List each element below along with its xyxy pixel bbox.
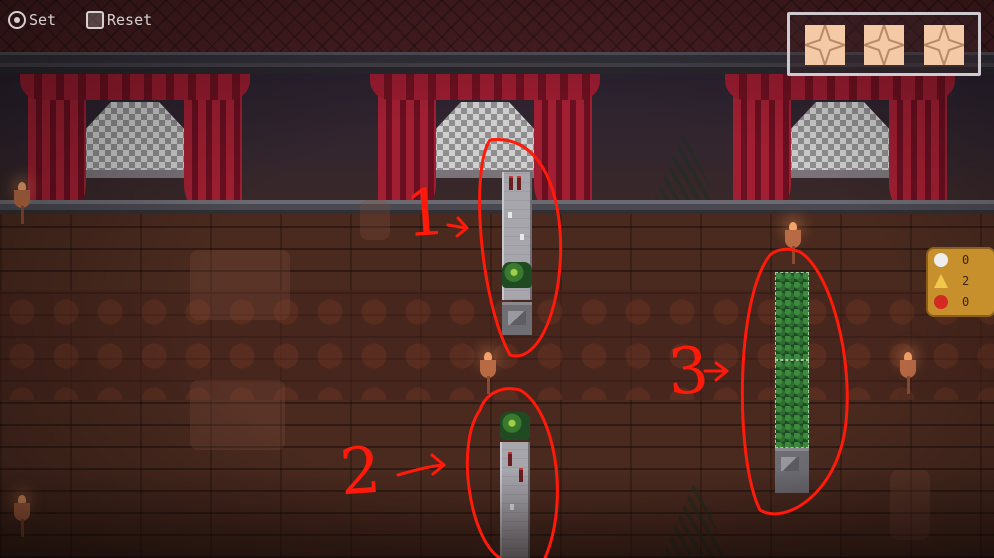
- sconce-arm: [21, 206, 24, 224]
- window-pane: [75, 102, 195, 172]
- floor-shadow: [0, 470, 994, 558]
- target-icon: [8, 11, 26, 29]
- sconce-arm: [907, 376, 910, 394]
- star-shape: [805, 25, 845, 65]
- set-button[interactable]: Set: [8, 6, 56, 34]
- window-sill: [70, 170, 200, 178]
- curtain-valance: [725, 74, 955, 100]
- moss-block[interactable]: [775, 360, 809, 448]
- wine-bottle-sprite: [508, 452, 512, 466]
- error-counter: 0: [934, 293, 990, 311]
- wall-sconce: [12, 182, 32, 226]
- info-count: 0: [962, 253, 970, 267]
- wine-bottle-sprite: [509, 176, 513, 190]
- wall-sconce: [478, 352, 498, 396]
- wine-bottle-sprite: [517, 176, 521, 190]
- chair-rail: [0, 200, 994, 214]
- reset-icon: [86, 11, 104, 29]
- moss-block[interactable]: [775, 272, 809, 360]
- annotation-label-1: 1: [402, 175, 449, 253]
- star-rating-panel: [787, 12, 981, 76]
- warning-icon: [934, 274, 948, 288]
- window-pane: [425, 102, 545, 172]
- annotation-label-3: 3: [665, 333, 712, 411]
- reset-label: Reset: [107, 11, 153, 29]
- curtain-valance: [20, 74, 250, 100]
- reset-button[interactable]: Reset: [86, 6, 152, 34]
- star-shape: [924, 25, 964, 65]
- faded-statue: [190, 380, 285, 450]
- wall-sconce: [898, 352, 918, 396]
- star-icon: [924, 25, 964, 65]
- window-pane: [780, 102, 900, 172]
- warning-count: 2: [962, 274, 970, 288]
- info-icon: [934, 253, 948, 267]
- error-count: 0: [962, 295, 970, 309]
- pillar-base: [502, 302, 532, 335]
- candle-marker: [508, 212, 512, 218]
- game-scene: [0, 0, 994, 558]
- star-shape: [864, 25, 904, 65]
- faded-urn: [360, 200, 390, 240]
- faded-statue: [190, 250, 290, 320]
- bush-block[interactable]: [502, 262, 532, 288]
- candle-marker: [520, 234, 524, 240]
- bush-block[interactable]: [500, 412, 530, 440]
- sconce-arm: [487, 376, 490, 394]
- warning-counter: 2: [934, 272, 990, 290]
- puzzle-pillar-1[interactable]: [502, 172, 532, 335]
- info-counter: 0: [934, 251, 990, 269]
- star-icon: [864, 25, 904, 65]
- annotation-label-2: 2: [337, 433, 384, 511]
- set-label: Set: [29, 11, 57, 29]
- puzzle-pillar-3[interactable]: [775, 272, 809, 493]
- sconce-arm: [792, 246, 795, 264]
- status-counter-panel: 0 2 0: [926, 247, 994, 317]
- curtain-valance: [370, 74, 600, 100]
- star-icon: [805, 25, 845, 65]
- window-sill: [775, 170, 905, 178]
- error-icon: [934, 295, 948, 309]
- wall-sconce: [783, 222, 803, 266]
